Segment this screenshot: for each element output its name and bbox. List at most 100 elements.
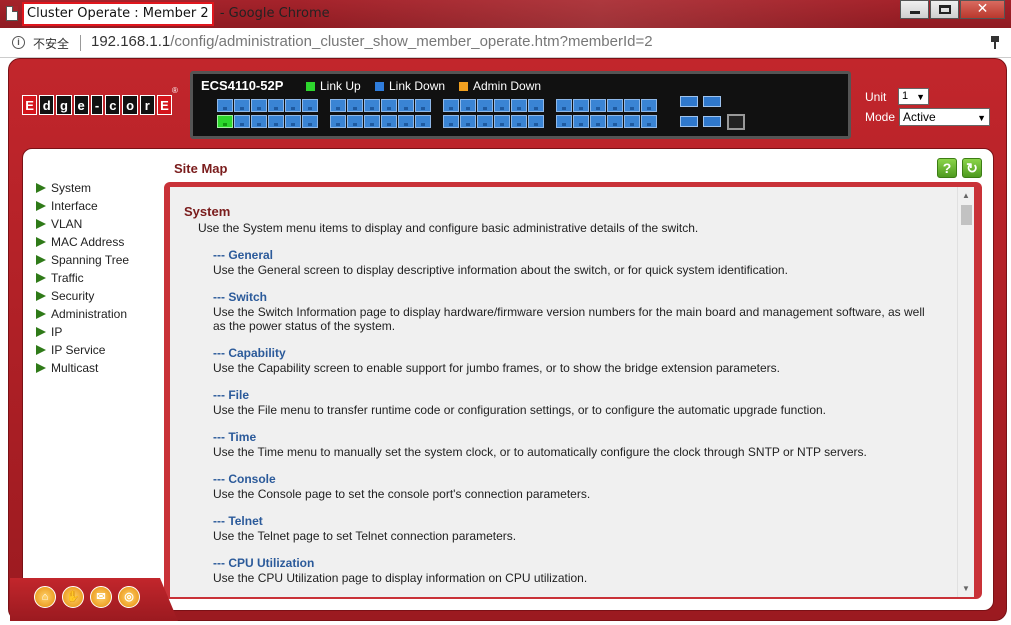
ethernet-port[interactable] (624, 115, 640, 128)
sidebar-item-label: IP (51, 325, 63, 339)
ethernet-port[interactable] (590, 115, 606, 128)
sitemap-entry-link[interactable]: --- Switch (213, 290, 944, 304)
globe-icon[interactable]: ◎ (118, 586, 140, 608)
ethernet-port[interactable] (364, 115, 380, 128)
sidebar-item-ip[interactable]: IP (36, 323, 129, 341)
ethernet-port[interactable] (217, 99, 233, 112)
sidebar-item-interface[interactable]: Interface (36, 197, 129, 215)
ethernet-port[interactable] (607, 99, 623, 112)
sitemap-entry: --- Telnet Use the Telnet page to set Tel… (213, 514, 944, 543)
ethernet-port[interactable] (415, 115, 431, 128)
sidebar-item-multicast[interactable]: Multicast (36, 359, 129, 377)
scroll-up-icon[interactable]: ▲ (962, 191, 970, 200)
ethernet-port[interactable] (511, 115, 527, 128)
scroll-down-icon[interactable]: ▼ (962, 584, 970, 593)
ethernet-port[interactable] (528, 99, 544, 112)
ethernet-port[interactable] (494, 99, 510, 112)
sitemap-entry-link[interactable]: --- Console (213, 472, 944, 486)
ethernet-port[interactable] (460, 115, 476, 128)
ethernet-port[interactable] (330, 115, 346, 128)
mode-value: Active (903, 110, 936, 124)
sidebar-item-spanning-tree[interactable]: Spanning Tree (36, 251, 129, 269)
ethernet-port[interactable] (268, 99, 284, 112)
vertical-scrollbar[interactable]: ▲ ▼ (957, 187, 974, 597)
management-port[interactable] (727, 114, 745, 130)
section-title[interactable]: System (184, 204, 944, 219)
scrollbar-thumb[interactable] (961, 205, 972, 225)
ethernet-port[interactable] (347, 115, 363, 128)
ethernet-port[interactable] (641, 115, 657, 128)
sitemap-scroll-area[interactable]: System Use the System menu items to disp… (170, 187, 974, 597)
mode-select[interactable]: Active ▼ (899, 108, 990, 126)
sfp-port[interactable] (680, 96, 698, 107)
sfp-port[interactable] (703, 96, 721, 107)
sitemap-entry-description: Use the Telnet page to set Telnet connec… (213, 529, 517, 543)
home-icon[interactable]: ⌂ (34, 586, 56, 608)
ethernet-port[interactable] (381, 99, 397, 112)
info-icon[interactable]: i (12, 36, 25, 49)
ethernet-port[interactable] (641, 99, 657, 112)
sitemap-entry-link[interactable]: --- Capability (213, 346, 944, 360)
ethernet-port[interactable] (330, 99, 346, 112)
sitemap-entry-link[interactable]: --- File (213, 388, 944, 402)
ethernet-port[interactable] (251, 115, 267, 128)
ethernet-port[interactable] (234, 115, 250, 128)
ethernet-port[interactable] (398, 99, 414, 112)
hand-icon[interactable]: ✋ (62, 586, 84, 608)
sidebar-item-vlan[interactable]: VLAN (36, 215, 129, 233)
ethernet-port[interactable] (556, 115, 572, 128)
sitemap-entry-link[interactable]: --- CPU Utilization (213, 556, 944, 570)
ethernet-port[interactable] (234, 99, 250, 112)
sitemap-entry-link[interactable]: --- General (213, 248, 944, 262)
ethernet-port[interactable] (607, 115, 623, 128)
ethernet-port[interactable] (443, 115, 459, 128)
close-button[interactable]: ✕ (960, 0, 1005, 19)
ethernet-port[interactable] (285, 115, 301, 128)
ethernet-port[interactable] (347, 99, 363, 112)
ethernet-port[interactable] (477, 115, 493, 128)
ethernet-port[interactable] (528, 115, 544, 128)
ethernet-port[interactable] (251, 99, 267, 112)
sfp-port[interactable] (680, 116, 698, 127)
minimize-button[interactable] (900, 0, 929, 19)
sidebar-item-ip-service[interactable]: IP Service (36, 341, 129, 359)
sidebar-item-system[interactable]: System (36, 179, 129, 197)
help-button[interactable]: ? (937, 158, 957, 178)
refresh-button[interactable]: ↻ (962, 158, 982, 178)
url-field[interactable]: 192.168.1.1/config/administration_cluste… (91, 33, 653, 50)
ethernet-port[interactable] (590, 99, 606, 112)
sidebar-item-security[interactable]: Security (36, 287, 129, 305)
ethernet-port[interactable] (443, 99, 459, 112)
unit-select[interactable]: 1 ▼ (898, 88, 929, 105)
ethernet-port[interactable] (398, 115, 414, 128)
legend-label: Admin Down (473, 79, 542, 93)
ethernet-port[interactable] (477, 99, 493, 112)
ethernet-port[interactable] (556, 99, 572, 112)
mail-icon[interactable]: ✉ (90, 586, 112, 608)
ethernet-port[interactable] (573, 115, 589, 128)
sitemap-entry-link[interactable]: --- Telnet (213, 514, 944, 528)
sidebar-item-traffic[interactable]: Traffic (36, 269, 129, 287)
ethernet-port[interactable] (511, 99, 527, 112)
arrow-right-icon (36, 291, 46, 301)
ethernet-port[interactable] (381, 115, 397, 128)
ethernet-port[interactable] (624, 99, 640, 112)
security-label[interactable]: 不安全 (33, 35, 69, 52)
ethernet-port[interactable] (573, 99, 589, 112)
ethernet-port[interactable] (415, 99, 431, 112)
ethernet-port[interactable] (364, 99, 380, 112)
ethernet-port[interactable] (494, 115, 510, 128)
ethernet-port[interactable] (268, 115, 284, 128)
pin-icon[interactable] (991, 36, 999, 50)
ethernet-port[interactable] (217, 115, 233, 128)
sidebar-item-administration[interactable]: Administration (36, 305, 129, 323)
ethernet-port[interactable] (460, 99, 476, 112)
ethernet-port[interactable] (285, 99, 301, 112)
sfp-port[interactable] (703, 116, 721, 127)
sidebar-item-mac-address[interactable]: MAC Address (36, 233, 129, 251)
arrow-right-icon (36, 309, 46, 319)
ethernet-port[interactable] (302, 99, 318, 112)
maximize-button[interactable] (930, 0, 959, 19)
sitemap-entry-link[interactable]: --- Time (213, 430, 944, 444)
ethernet-port[interactable] (302, 115, 318, 128)
